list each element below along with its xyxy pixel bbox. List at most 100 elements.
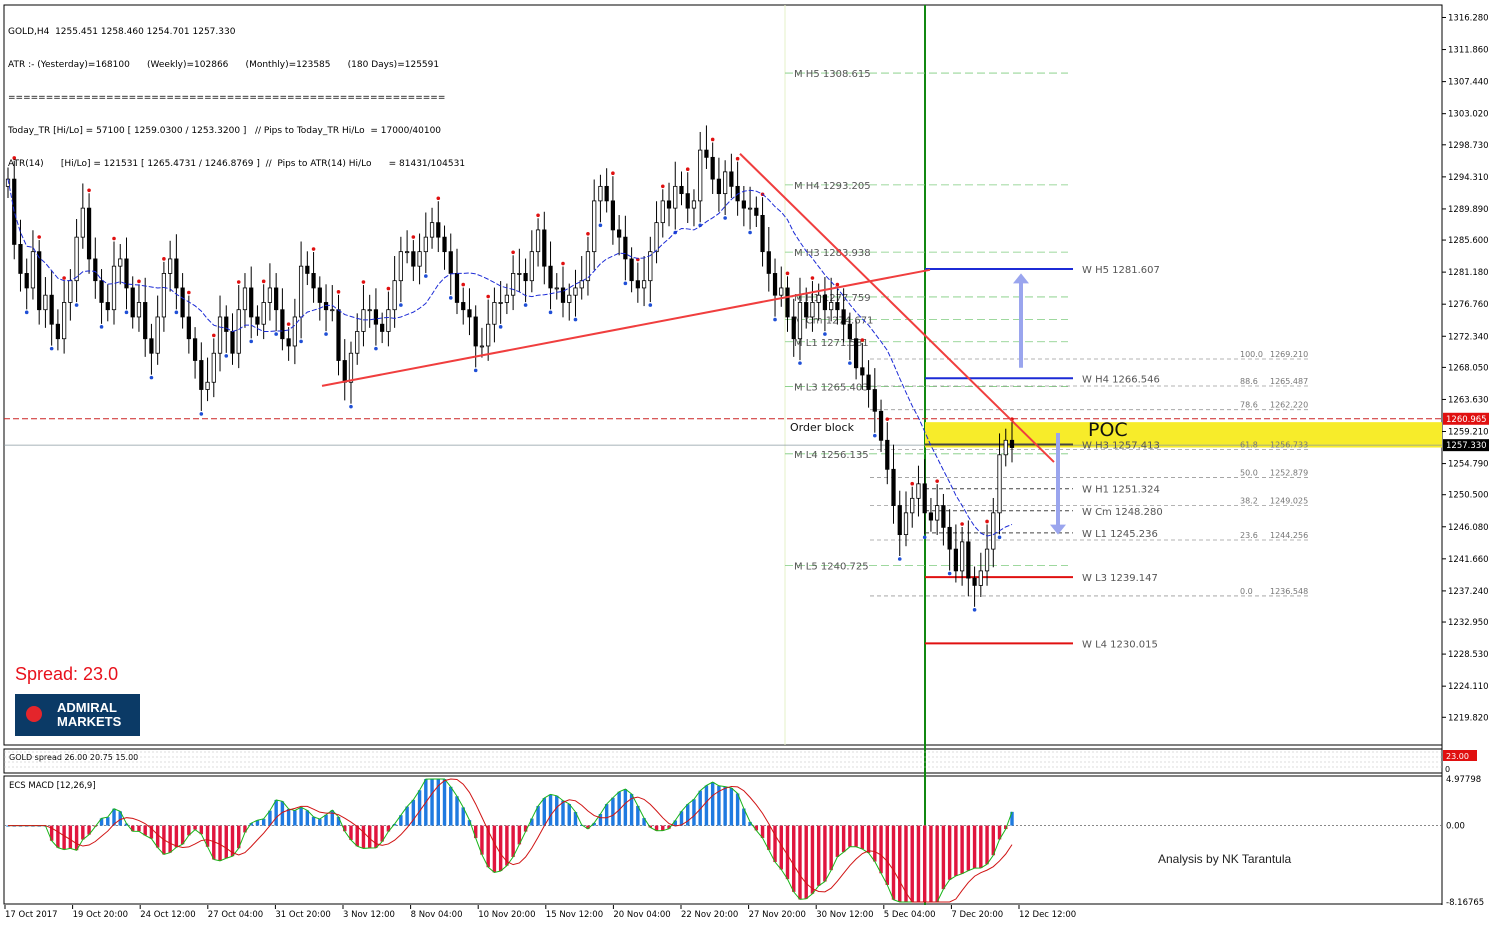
candle-body <box>99 280 104 303</box>
candle-body <box>935 505 940 521</box>
fractal-low <box>498 325 503 329</box>
macd-histogram-bar <box>723 786 727 826</box>
price-tick-label: 1272.340 <box>1448 332 1489 342</box>
fractal-low <box>848 361 852 365</box>
macd-histogram-bar <box>692 799 696 826</box>
candle-body <box>105 302 110 311</box>
fractal-high <box>336 290 341 294</box>
candle-body <box>554 287 559 290</box>
macd-histogram-bar <box>935 825 939 902</box>
price-tick-label: 1232.950 <box>1448 618 1489 628</box>
symbol-quote: GOLD,H4 1255.451 1258.460 1254.701 1257.… <box>8 27 236 37</box>
macd-histogram-bar <box>68 825 73 849</box>
fractal-low <box>149 375 154 380</box>
fractal-low <box>74 303 79 307</box>
candle-body <box>429 222 435 238</box>
macd-histogram-bar <box>155 825 160 848</box>
candle-body <box>205 381 210 390</box>
macd-histogram-bar <box>860 825 865 850</box>
fib-level-price: 1236.548 <box>1270 587 1308 596</box>
macd-histogram-bar <box>823 825 827 882</box>
fractal-high <box>137 279 141 284</box>
candle-body <box>136 302 142 318</box>
macd-histogram-bar <box>910 825 914 902</box>
fractal-high <box>885 417 890 421</box>
macd-histogram-bar <box>604 804 609 826</box>
candle-body <box>93 258 98 282</box>
time-tick-label: 15 Nov 12:00 <box>546 910 603 920</box>
macd-histogram-bar <box>773 825 777 863</box>
macd-histogram-bar <box>960 825 964 874</box>
fractal-low <box>174 310 179 315</box>
candle-body <box>479 345 485 348</box>
candle-body <box>916 483 921 499</box>
candle-body <box>37 251 42 311</box>
candle-body <box>292 316 297 347</box>
fractal-low <box>748 230 752 235</box>
candle-body <box>492 302 497 325</box>
logo-line-1: ADMIRAL <box>57 700 117 715</box>
candle-body <box>592 200 597 253</box>
candle-body <box>903 512 909 536</box>
candle-body <box>348 352 354 383</box>
candle-body <box>174 258 179 289</box>
macd-histogram-bar <box>261 818 266 826</box>
macd-histogram-bar <box>218 825 222 861</box>
fractal-high <box>586 231 590 236</box>
fractal-low <box>648 303 653 307</box>
macd-histogram-bar <box>486 825 490 868</box>
candle-body <box>723 171 728 195</box>
candle-body <box>49 294 54 325</box>
candle-body <box>317 287 322 303</box>
macd-histogram-bar <box>729 788 734 826</box>
candle-body <box>991 512 996 550</box>
macd-histogram-bar <box>56 825 60 848</box>
moving-average-line <box>7 179 1013 537</box>
candle-body <box>118 258 123 267</box>
fib-level-price: 1249.025 <box>1270 496 1308 505</box>
spread-axis-zero: 0 <box>1445 765 1450 774</box>
fractal-high <box>910 481 915 486</box>
macd-histogram-bar <box>972 825 977 869</box>
fractal-low <box>548 310 553 315</box>
candle-body <box>511 273 516 296</box>
monthly-pivot-label: M L4 1256.135 <box>794 450 869 461</box>
candle-body <box>529 251 534 282</box>
candle-body <box>355 331 360 354</box>
monthly-pivot-label: M L3 1265.403 <box>794 383 869 394</box>
candle-body <box>978 570 983 586</box>
macd-histogram-bar <box>473 825 478 839</box>
fractal-low <box>399 303 403 307</box>
price-tick-label: 1281.180 <box>1448 268 1489 278</box>
ask-price-text: 1260.965 <box>1446 415 1487 425</box>
macd-histogram-bar <box>704 785 709 826</box>
macd-histogram-bar <box>555 795 559 826</box>
separator-line: ========================================… <box>8 93 446 103</box>
price-tick-label: 1268.050 <box>1448 363 1489 373</box>
macd-histogram-bar <box>336 816 341 826</box>
candle-body <box>878 410 884 441</box>
macd-histogram-bar <box>991 825 996 856</box>
price-tick-label: 1254.790 <box>1448 460 1489 470</box>
candle-body <box>947 526 952 550</box>
time-tick-label: 24 Oct 12:00 <box>140 910 195 920</box>
candle-body <box>423 236 428 253</box>
fractal-high <box>561 261 565 266</box>
candle-body <box>411 251 416 267</box>
weekly-pivot-label: W L1 1245.236 <box>1082 529 1158 540</box>
macd-histogram-bar <box>542 798 547 826</box>
fractal-low <box>823 332 827 336</box>
fractal-low <box>424 274 428 278</box>
macd-histogram-bar <box>318 819 322 826</box>
fib-level-pct: 50.0 <box>1240 468 1258 477</box>
macd-histogram-bar <box>866 825 871 853</box>
candle-body <box>217 316 223 354</box>
fib-level-pct: 100.0 <box>1240 350 1263 359</box>
candle-body <box>504 294 509 303</box>
macd-histogram-bar <box>929 825 933 902</box>
candle-body <box>386 309 391 332</box>
candle-body <box>143 302 148 340</box>
fractal-low <box>573 317 578 322</box>
candle-body <box>698 149 703 202</box>
fractal-high <box>611 171 615 176</box>
